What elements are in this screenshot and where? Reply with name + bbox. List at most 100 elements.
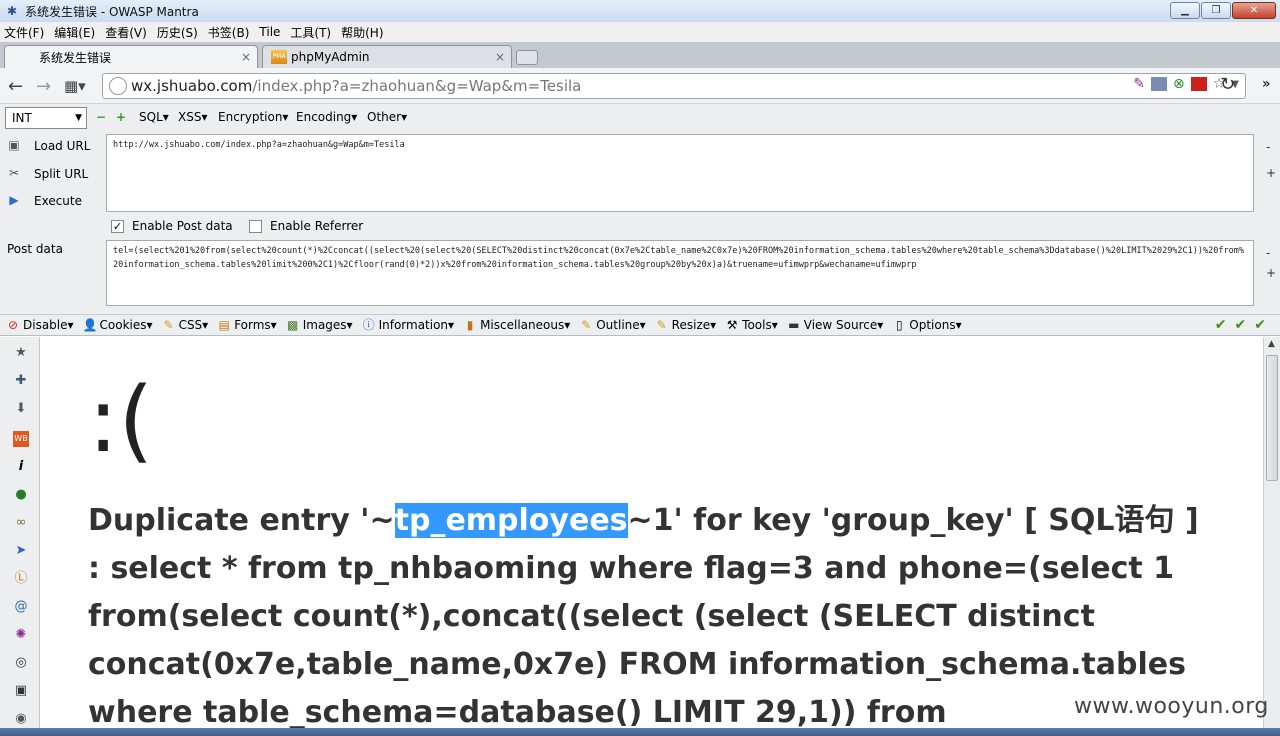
menu-tile[interactable]: Tile — [259, 25, 280, 39]
side-toolbar: ★ ✚ ⬇ WB i ● ∞ ➤ Ⓛ @ ✺ ◎ ▣ ◉ — [0, 337, 40, 736]
globe-icon[interactable]: ◉ — [13, 711, 29, 727]
outline-label: Outline▾ — [596, 318, 646, 332]
plus-icon[interactable]: + — [116, 110, 126, 124]
split-url-button[interactable]: ✂ Split URL — [6, 166, 88, 182]
post-data-label: Post data — [7, 242, 63, 256]
information-menu[interactable]: ⓘ Information▾ — [362, 318, 455, 332]
images-menu[interactable]: ▩ Images▾ — [286, 318, 353, 332]
back-arrow-icon[interactable]: ← — [8, 76, 23, 97]
enable-post-label: Enable Post data — [132, 219, 233, 233]
execute-button[interactable]: ▶ Execute — [6, 193, 82, 209]
disable-label: Disable▾ — [23, 318, 74, 332]
scroll-up-icon[interactable]: ▲ — [1268, 339, 1275, 349]
enable-post-checkbox[interactable]: ✓ Enable Post data — [111, 219, 233, 233]
load-url-icon: ▣ — [8, 138, 20, 152]
miscellaneous-label: Miscellaneous▾ — [480, 318, 571, 332]
php-icon[interactable] — [1151, 77, 1167, 91]
menu-edit[interactable]: 编辑(E) — [54, 24, 95, 41]
error-message: Duplicate entry '~tp_employees~1' for ke… — [88, 497, 1218, 736]
url-path: /index.php?a=zhaohuan&g=Wap&m=Tesila — [252, 77, 582, 95]
puzzle-icon[interactable]: ✚ — [13, 373, 29, 389]
new-tab-button[interactable] — [516, 50, 538, 65]
flag-icon[interactable] — [1190, 77, 1207, 91]
menu-tools[interactable]: 工具(T) — [290, 24, 331, 41]
type-select-value: INT — [12, 111, 32, 125]
miscellaneous-menu[interactable]: ▮ Miscellaneous▾ — [463, 318, 570, 332]
outline-menu[interactable]: ✎ Outline▾ — [579, 318, 645, 332]
close-button[interactable]: ✕ — [1232, 2, 1276, 19]
disable-icon: ⊘ — [7, 318, 19, 332]
sql-menu[interactable]: SQL▾ — [139, 110, 169, 124]
overflow-icon[interactable]: » — [1262, 76, 1271, 92]
view-source-label: View Source▾ — [803, 318, 884, 332]
enable-referrer-checkbox[interactable]: Enable Referrer — [249, 219, 363, 233]
forms-menu[interactable]: ▤ Forms▾ — [217, 318, 277, 332]
css-menu[interactable]: ✎ CSS▾ — [162, 318, 209, 332]
web-developer-toolbar: ⊘ Disable▾ 👤 Cookies▾ ✎ CSS▾ ▤ Forms▾ ▩ Image… — [0, 314, 1280, 336]
pen-icon[interactable]: ✎ — [1133, 76, 1145, 92]
resize-menu[interactable]: ✎ Resize▾ — [655, 318, 717, 332]
tools-menu[interactable]: ⚒ Tools▾ — [725, 318, 778, 332]
encoding-menu[interactable]: Encoding▾ — [296, 110, 357, 124]
star-icon[interactable]: ★ — [13, 345, 29, 361]
minimize-button[interactable]: ▁ — [1170, 2, 1200, 19]
menu-file[interactable]: 文件(F) — [4, 24, 44, 41]
bug-icon[interactable]: ✺ — [13, 627, 29, 643]
grid-icon[interactable]: ▣ — [13, 683, 29, 699]
view-source-icon: ▬ — [788, 318, 800, 332]
forward-arrow-icon[interactable]: → — [36, 76, 51, 97]
disable-menu[interactable]: ⊘ Disable▾ — [6, 318, 74, 332]
expand-url-icon[interactable]: + — [1266, 166, 1276, 180]
type-select[interactable]: INT ▼ — [5, 107, 87, 129]
menu-bookmarks[interactable]: 书签(B) — [208, 24, 250, 41]
swirl-icon[interactable]: @ — [13, 599, 29, 615]
load-url-button[interactable]: ▣ Load URL — [6, 138, 90, 154]
view-source-menu[interactable]: ▬ View Source▾ — [787, 318, 884, 332]
scissors-icon: ✂ — [8, 166, 20, 180]
menu-help[interactable]: 帮助(H) — [341, 24, 383, 41]
grid-menu-icon[interactable]: ▦▾ — [64, 77, 86, 95]
phpmyadmin-icon: PMA — [271, 50, 287, 64]
options-icon: ▯ — [895, 318, 903, 332]
green-ball-icon[interactable]: ● — [13, 487, 29, 503]
window-title: 系统发生错误 - OWASP Mantra — [25, 4, 199, 19]
tab-close-icon[interactable]: × — [495, 50, 511, 64]
tab-error-page[interactable]: 系统发生错误 × — [4, 45, 258, 68]
scrollbar-thumb[interactable] — [1266, 355, 1278, 481]
post-data-textarea[interactable]: tel=(select%201%20from(select%20count(*)… — [106, 240, 1254, 306]
menu-view[interactable]: 查看(V) — [105, 24, 147, 41]
chevron-down-icon: ▼ — [75, 113, 82, 123]
play-icon: ▶ — [9, 193, 19, 207]
collapse-post-icon[interactable]: - — [1266, 246, 1270, 260]
url-textarea[interactable]: http://wx.jshuabo.com/index.php?a=zhaohu… — [106, 134, 1254, 212]
palette-icon[interactable]: ◎ — [13, 655, 29, 671]
download-arrow-icon[interactable]: ⬇ — [13, 401, 29, 417]
cursor-icon[interactable]: ➤ — [13, 543, 29, 559]
vertical-scrollbar[interactable]: ▲ — [1263, 337, 1280, 736]
xss-menu[interactable]: XSS▾ — [178, 110, 207, 124]
hackbar-panel: INT ▼ − + SQL▾ XSS▾ Encryption▾ Encoding… — [0, 104, 1280, 314]
l-badge-icon[interactable]: Ⓛ — [13, 571, 29, 587]
url-bar[interactable]: wx.jshuabo.com /index.php?a=zhaohuan&g=W… — [102, 73, 1246, 99]
other-menu[interactable]: Other▾ — [367, 110, 407, 124]
xss-icon[interactable]: ⊗ — [1173, 76, 1185, 92]
maximize-button[interactable]: ❐ — [1201, 2, 1231, 19]
window-controls: ▁ ❐ ✕ — [1169, 2, 1276, 19]
link-icon[interactable]: ∞ — [13, 515, 29, 531]
webdev-icon[interactable]: WB — [13, 431, 29, 447]
reload-icon[interactable]: ↻ — [1220, 74, 1235, 95]
navigation-bar: ← → ▦▾ wx.jshuabo.com /index.php?a=zhaoh… — [0, 68, 1280, 104]
expand-post-icon[interactable]: + — [1266, 266, 1276, 280]
options-menu[interactable]: ▯ Options▾ — [892, 318, 962, 332]
information-label: Information▾ — [378, 318, 455, 332]
cookies-menu[interactable]: 👤 Cookies▾ — [83, 318, 153, 332]
tab-phpmyadmin[interactable]: PMA phpMyAdmin × — [262, 45, 512, 68]
encryption-menu[interactable]: Encryption▾ — [218, 110, 288, 124]
collapse-url-icon[interactable]: - — [1266, 140, 1270, 154]
menu-history[interactable]: 历史(S) — [157, 24, 198, 41]
minus-icon[interactable]: − — [96, 110, 106, 124]
css-icon: ✎ — [163, 318, 174, 332]
info-icon[interactable]: i — [13, 459, 29, 475]
taskbar — [0, 728, 1280, 736]
tab-close-icon[interactable]: × — [241, 50, 257, 64]
